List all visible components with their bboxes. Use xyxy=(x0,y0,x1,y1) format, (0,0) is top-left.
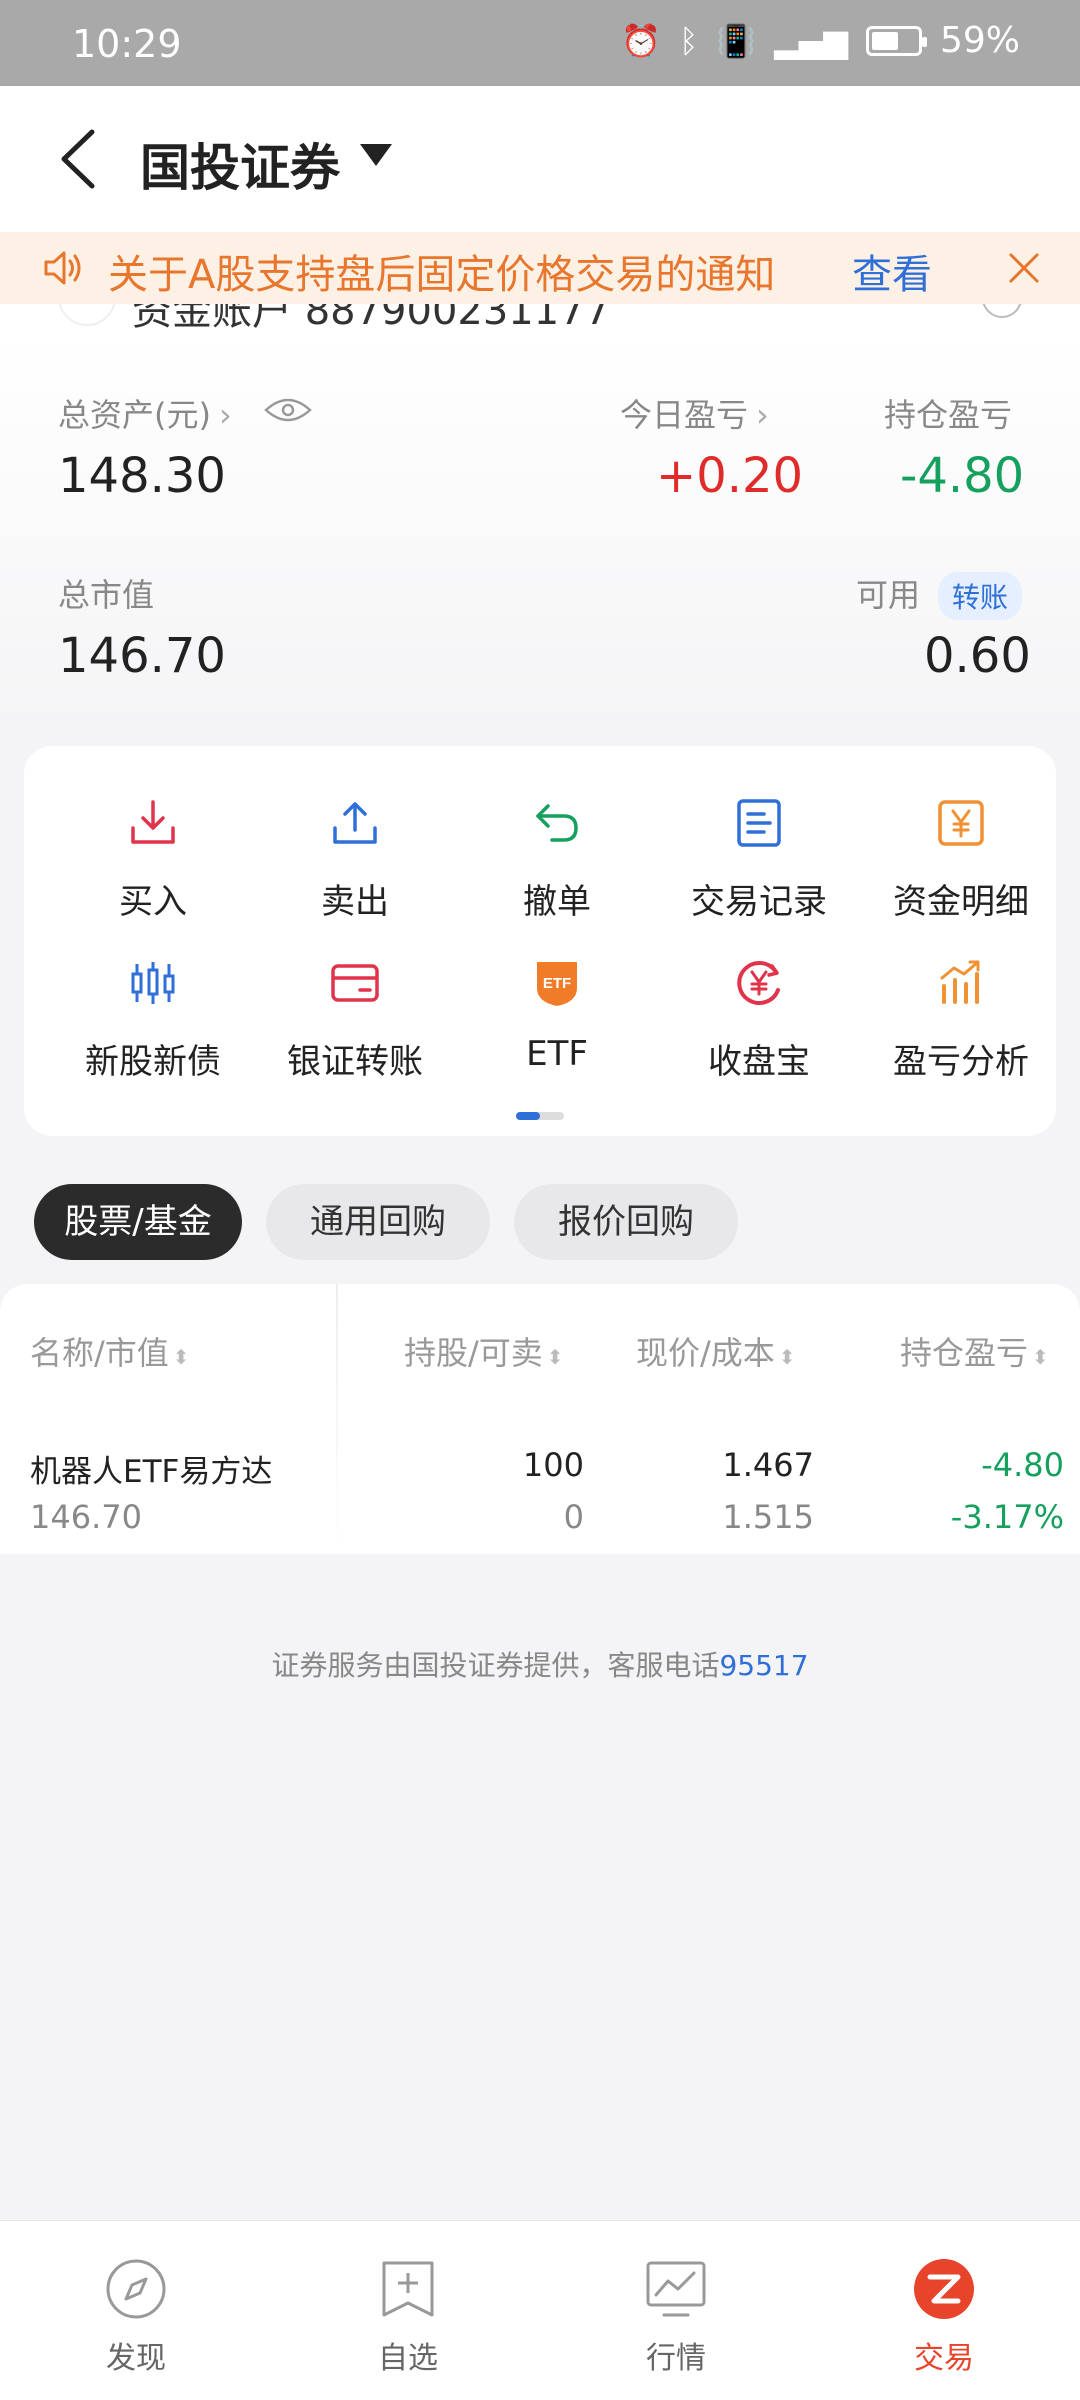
holdings-table: 名称/市值 ⬍ 持股/可卖 ⬍ 现价/成本 ⬍ 持仓盈亏 ⬍ 机器人ETF易方达 146… xyxy=(0,1284,1080,1554)
bottom-nav: 发现 自选 行情 交易 xyxy=(0,2220,1080,2400)
closing-bao-button[interactable]: 收盘宝 xyxy=(656,958,862,1108)
total-assets-value: 148.30 xyxy=(58,448,226,504)
notice-text: 关于A股支持盘后固定价格交易的通知 xyxy=(108,252,776,298)
market-value: 146.70 xyxy=(58,628,226,684)
today-pl-value: +0.20 xyxy=(656,448,804,504)
bank-transfer-button[interactable]: 银证转账 xyxy=(252,958,458,1108)
battery-percent: 59% xyxy=(939,20,1020,61)
today-pl-label[interactable]: 今日盈亏 › xyxy=(620,390,769,436)
available-value: 0.60 xyxy=(924,628,1031,684)
eye-icon[interactable] xyxy=(264,396,312,424)
header-shares[interactable]: 持股/可卖 ⬍ xyxy=(404,1328,564,1374)
notice-view-link[interactable]: 查看 xyxy=(852,242,932,300)
nav-trade[interactable]: 交易 xyxy=(854,2257,1034,2377)
yen-circle-icon xyxy=(737,961,780,1005)
trade-icon xyxy=(914,2259,974,2319)
nav-discover[interactable]: 发现 xyxy=(46,2257,226,2377)
holding-market-value: 146.70 xyxy=(30,1498,142,1536)
status-bar: 10:29 ⏰ ᛒ 📳 ▂▄▆ 59% xyxy=(0,0,1080,86)
position-pl-value: -4.80 xyxy=(900,448,1025,504)
bar-chart-icon xyxy=(940,960,980,1004)
alarm-icon: ⏰ xyxy=(621,21,662,60)
info-icon[interactable] xyxy=(982,304,1022,318)
battery-icon xyxy=(865,25,927,56)
broker-logo-icon xyxy=(58,304,116,326)
notice-banner[interactable]: 关于A股支持盘后固定价格交易的通知 查看 xyxy=(0,232,1080,304)
position-pl-label: 持仓盈亏 xyxy=(884,396,1013,434)
market-chart-icon xyxy=(646,2261,706,2317)
hotline-link[interactable]: 95517 xyxy=(719,1649,808,1682)
svg-text:ETF: ETF xyxy=(543,975,571,992)
holding-shares: 100 xyxy=(522,1446,584,1484)
status-icons: ⏰ ᛒ 📳 ▂▄▆ 59% xyxy=(621,20,1020,61)
bluetooth-icon: ᛒ xyxy=(679,21,699,60)
compass-icon xyxy=(106,2259,166,2319)
total-assets-label[interactable]: 总资产(元) › xyxy=(58,390,232,436)
account-label: 资金账户 887900231177 xyxy=(132,304,611,334)
back-icon[interactable] xyxy=(50,124,110,194)
chevron-right-icon: › xyxy=(218,396,232,434)
yen-icon xyxy=(938,800,984,846)
market-value-label: 总市值 xyxy=(58,576,155,614)
record-icon xyxy=(737,799,781,847)
holding-price: 1.467 xyxy=(722,1446,814,1484)
tab-general-repo[interactable]: 通用回购 xyxy=(266,1184,490,1260)
etf-button[interactable]: ETF ETF xyxy=(454,958,660,1108)
close-icon[interactable] xyxy=(1004,248,1044,288)
service-note: 证券服务由国投证券提供，客服电话95517 xyxy=(271,1649,809,1682)
sort-icon: ⬍ xyxy=(778,1345,796,1369)
asset-summary: 总资产(元) › 148.30 今日盈亏 › +0.20 持仓盈亏 -4.80 总市… xyxy=(0,336,1080,736)
account-row[interactable]: 资金账户 887900231177 xyxy=(0,304,1080,336)
status-time: 10:29 xyxy=(72,22,182,66)
header-price-cost[interactable]: 现价/成本 ⬍ xyxy=(636,1328,796,1374)
broker-title[interactable]: 国投证券 xyxy=(140,128,340,200)
add-favorite-icon xyxy=(382,2261,434,2317)
holding-cost: 1.515 xyxy=(722,1498,814,1536)
cancel-order-button[interactable]: 撤单 xyxy=(454,798,660,948)
speaker-icon xyxy=(44,251,81,285)
transfer-button[interactable]: 转账 xyxy=(938,572,1023,620)
undo-icon xyxy=(536,804,578,842)
holding-pl-percent: -3.17% xyxy=(950,1498,1064,1536)
buy-icon xyxy=(131,800,175,844)
card-icon xyxy=(331,964,379,1002)
available-label: 可用 xyxy=(856,576,921,614)
sort-icon: ⬍ xyxy=(546,1345,564,1369)
chevron-right-icon: › xyxy=(756,396,769,434)
nav-watchlist[interactable]: 自选 xyxy=(318,2257,498,2377)
sell-button[interactable]: 卖出 xyxy=(252,798,458,948)
vibrate-icon: 📳 xyxy=(716,21,757,60)
fund-detail-button[interactable]: 资金明细 xyxy=(858,798,1064,948)
ipo-bond-button[interactable]: 新股新债 xyxy=(50,958,256,1108)
header-position-pl[interactable]: 持仓盈亏 ⬍ xyxy=(900,1328,1049,1374)
tab-stocks-funds[interactable]: 股票/基金 xyxy=(34,1184,242,1260)
nav-bar: 国投证券 xyxy=(0,86,1080,232)
function-grid: 买入 卖出 撤单 交易记录 资金明细 新股新债 银证转账 ETF ETF 收盘宝… xyxy=(24,746,1056,1136)
holding-name: 机器人ETF易方达 xyxy=(30,1454,273,1490)
signal-icon: ▂▄▆ xyxy=(774,21,848,60)
dropdown-caret-icon[interactable] xyxy=(360,144,392,166)
sell-icon xyxy=(333,802,377,844)
trade-record-button[interactable]: 交易记录 xyxy=(656,798,862,948)
candlestick-icon xyxy=(131,962,175,1004)
tab-quote-repo[interactable]: 报价回购 xyxy=(514,1184,738,1260)
sort-icon: ⬍ xyxy=(172,1345,190,1369)
nav-market[interactable]: 行情 xyxy=(586,2257,766,2377)
header-name-value[interactable]: 名称/市值 ⬍ xyxy=(30,1328,190,1374)
buy-button[interactable]: 买入 xyxy=(50,798,256,948)
etf-icon: ETF xyxy=(537,962,577,1006)
page-indicator xyxy=(516,1112,564,1120)
pl-analysis-button[interactable]: 盈亏分析 xyxy=(858,958,1064,1108)
holding-sellable: 0 xyxy=(563,1498,584,1536)
holding-pl: -4.80 xyxy=(981,1446,1064,1484)
sort-icon: ⬍ xyxy=(1032,1345,1049,1369)
